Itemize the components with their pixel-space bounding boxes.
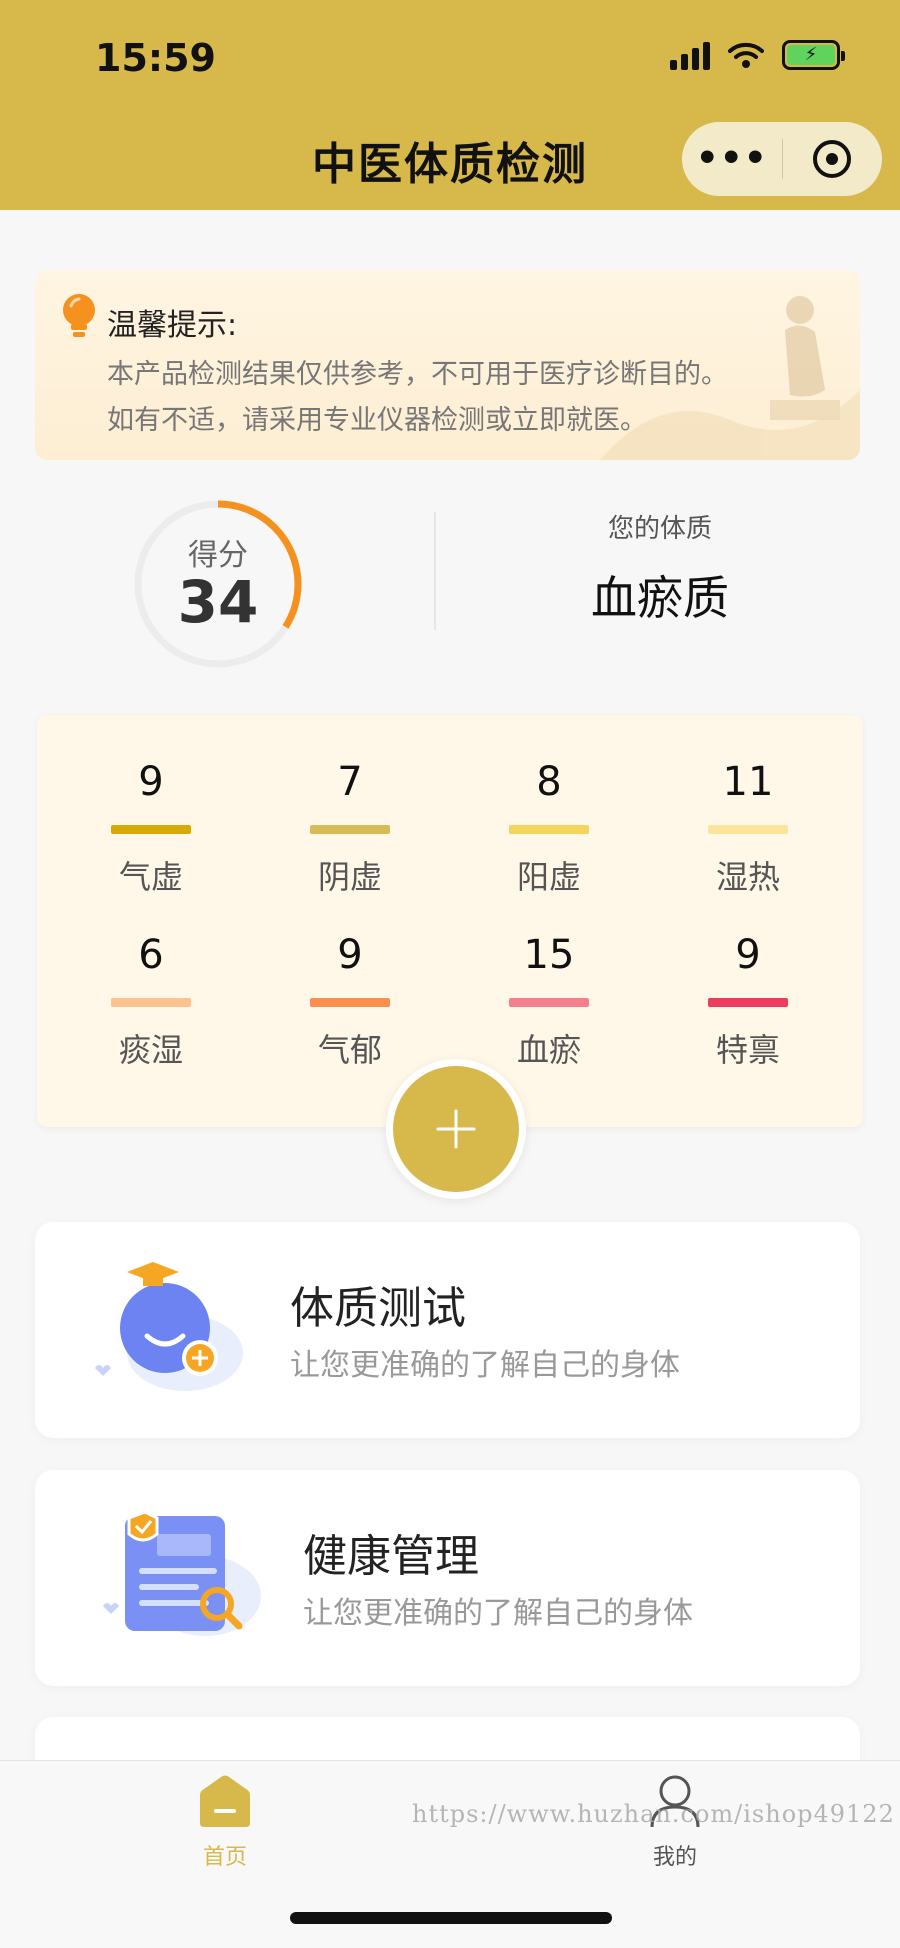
header: 15:59 ⚡ 中医体质检测 ••• (0, 0, 900, 210)
category-cell[interactable]: 9 特禀 (648, 930, 848, 1071)
health-management-card[interactable]: 健康管理 让您更准确的了解自己的身体 (35, 1470, 860, 1686)
score-value: 34 (177, 568, 259, 636)
wifi-icon (728, 42, 764, 68)
target-icon (813, 140, 852, 178)
category-bar (509, 825, 589, 834)
plus-icon (436, 1109, 476, 1149)
category-score: 6 (138, 932, 164, 978)
category-cell[interactable]: 8 阳虚 (449, 757, 649, 898)
constitution-label: 您的体质 (607, 514, 712, 544)
tab-label: 我的 (652, 1845, 697, 1870)
category-score: 11 (722, 759, 774, 805)
category-bar (310, 825, 390, 834)
category-bar (708, 825, 788, 834)
battery-icon: ⚡ (782, 40, 845, 70)
category-label: 湿热 (715, 858, 780, 896)
category-cell[interactable]: 6 痰湿 (51, 930, 251, 1071)
home-indicator (290, 1912, 612, 1924)
constitution-test-card[interactable]: 体质测试 让您更准确的了解自己的身体 (35, 1222, 860, 1438)
miniprogram-capsule: ••• (682, 122, 882, 196)
tip-banner: 温馨提示: 本产品检测结果仅供参考，不可用于医疗诊断目的。 如有不适，请采用专业… (35, 270, 860, 460)
feature-title: 健康管理 (303, 1531, 479, 1582)
category-cell[interactable]: 9 气虚 (51, 757, 251, 898)
category-bar (111, 998, 191, 1007)
category-label: 痰湿 (118, 1031, 183, 1069)
feature-subtitle: 让您更准确的了解自己的身体 (290, 1348, 680, 1383)
category-score: 15 (523, 932, 575, 978)
home-icon (200, 1775, 250, 1827)
decorative-illustration (600, 296, 860, 460)
feature-title: 体质测试 (290, 1283, 466, 1334)
close-miniprogram-button[interactable] (783, 140, 883, 178)
health-report-icon (103, 1510, 261, 1636)
category-score: 9 (337, 932, 363, 978)
category-score: 7 (337, 759, 363, 805)
feature-subtitle: 让您更准确的了解自己的身体 (303, 1596, 693, 1631)
tip-text: 如有不适，请采用专业仪器检测或立即就医。 (107, 405, 647, 436)
more-menu-button[interactable]: ••• (682, 141, 782, 177)
category-score: 9 (138, 759, 164, 805)
category-cell[interactable]: 15 血瘀 (449, 930, 649, 1071)
category-cell[interactable]: 11 湿热 (648, 757, 848, 898)
category-label: 气虚 (118, 858, 183, 896)
category-bar (509, 998, 589, 1007)
category-score: 9 (735, 932, 761, 978)
category-bar (708, 998, 788, 1007)
constitution-value: 血瘀质 (591, 571, 729, 625)
test-avatar-icon (95, 1262, 243, 1391)
add-button-fill (393, 1066, 519, 1192)
category-score: 8 (536, 759, 562, 805)
category-bar (111, 825, 191, 834)
category-cell[interactable]: 9 气郁 (250, 930, 450, 1071)
category-label: 阴虚 (317, 858, 382, 896)
category-bar (310, 998, 390, 1007)
category-label: 特禀 (715, 1031, 780, 1069)
category-label: 阳虚 (516, 858, 581, 896)
add-button[interactable] (386, 1059, 526, 1199)
tab-label: 首页 (202, 1845, 247, 1870)
tip-title: 温馨提示: (107, 308, 238, 343)
watermark-text: https://www.huzhan.com/ishop49122 (412, 1800, 895, 1828)
lightbulb-icon (63, 294, 95, 337)
status-icons: ⚡ (670, 40, 845, 70)
divider (434, 512, 436, 630)
tab-home[interactable]: 首页 (145, 1773, 305, 1871)
category-label: 气郁 (317, 1031, 382, 1069)
cellular-signal-icon (670, 40, 710, 70)
status-time: 15:59 (95, 36, 216, 80)
category-cell[interactable]: 7 阴虚 (250, 757, 450, 898)
